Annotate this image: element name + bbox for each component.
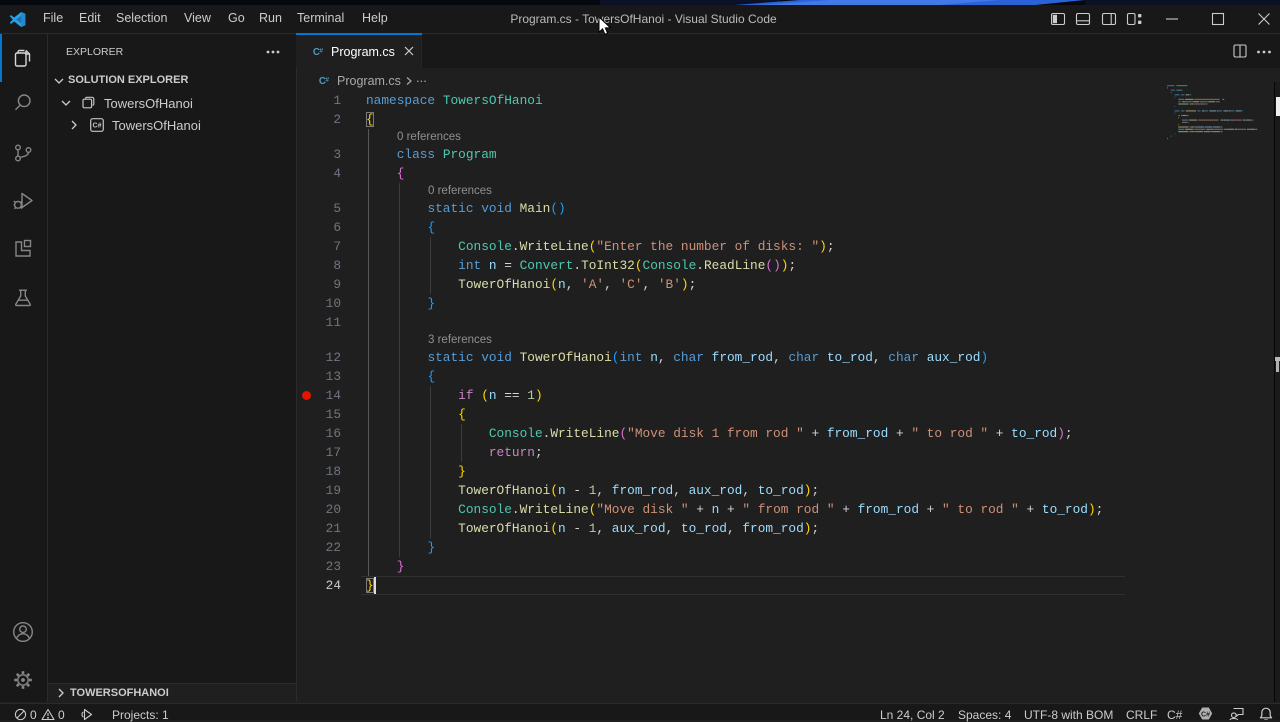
svg-text:#: # [325, 77, 329, 84]
svg-text:#: # [319, 48, 323, 55]
svg-text:C#: C# [1201, 711, 1210, 718]
svg-text:C#: C# [93, 123, 102, 130]
